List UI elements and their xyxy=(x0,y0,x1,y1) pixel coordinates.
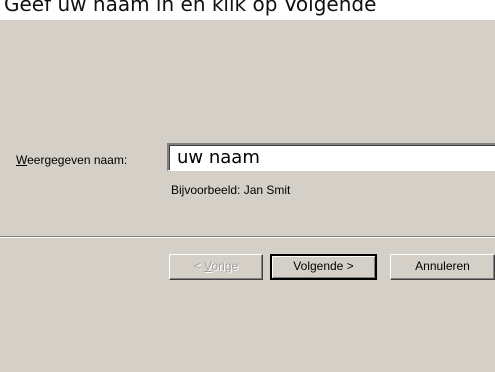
divider-line xyxy=(0,236,495,238)
back-button-arrow: < xyxy=(193,259,205,273)
display-name-label-text: eergegeven naam: xyxy=(27,153,128,167)
instruction-caption: Geef uw naam in en klik op Volgende xyxy=(4,0,377,16)
example-hint: Bijvoorbeeld: Jan Smit xyxy=(171,183,291,197)
back-button[interactable]: < Vorige xyxy=(169,254,263,280)
display-name-label: Weergegeven naam: xyxy=(16,153,127,167)
display-name-input[interactable] xyxy=(167,143,495,171)
display-name-label-accelerator: W xyxy=(16,153,28,167)
next-button[interactable]: Volgende > xyxy=(270,254,377,280)
back-button-accelerator: V xyxy=(204,259,212,273)
cancel-button[interactable]: Annuleren xyxy=(390,254,495,280)
back-button-label: orige xyxy=(211,259,239,273)
